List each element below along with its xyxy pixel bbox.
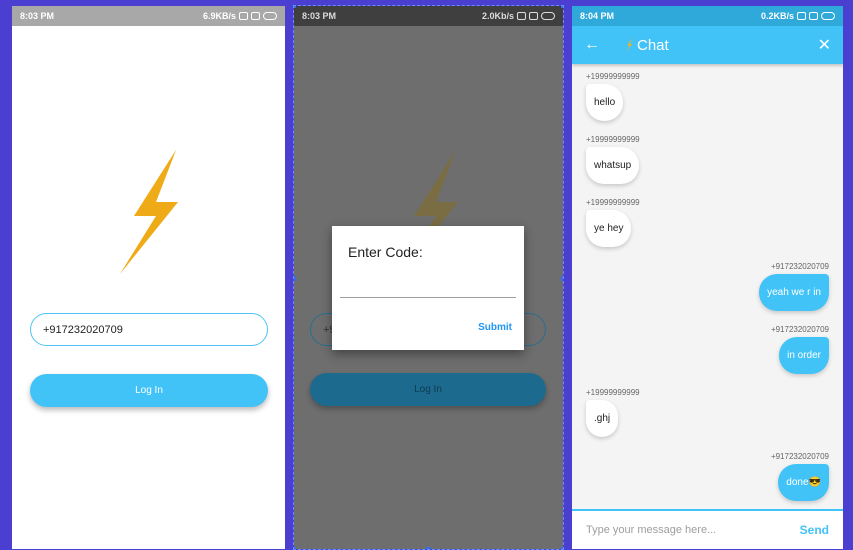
chat-title: Chat (614, 37, 818, 54)
lightning-bolt-logo (116, 150, 182, 274)
message-bubble: hello (586, 84, 624, 121)
login-screen: 8:03 PM 6.9KB/s +917232020709 Log In (12, 6, 285, 549)
selection-handle (294, 6, 296, 8)
enter-code-dialog: Enter Code: Submit (332, 226, 524, 350)
verify-code-screen: 8:03 PM 2.0Kb/s +9 Log In Enter Code: Su… (293, 5, 564, 550)
wifi-icon (809, 12, 818, 20)
message-input[interactable]: Type your message here... (586, 524, 800, 536)
network-speed: 6.9KB/s (202, 11, 236, 21)
battery-icon (821, 12, 835, 20)
chat-message: +917232020709 done😎 (771, 452, 829, 501)
message-sender: +19999999999 (586, 388, 640, 397)
chat-message: +19999999999 hello (586, 72, 640, 121)
chat-message: +917232020709 yeah we r in (759, 262, 829, 311)
chat-message: +19999999999 whatsup (586, 135, 640, 184)
network-speed: 0.2KB/s (760, 11, 794, 21)
message-sender: +19999999999 (586, 135, 640, 144)
battery-icon (541, 12, 555, 20)
login-button[interactable]: Log In (30, 374, 268, 407)
close-icon[interactable]: ✕ (818, 35, 831, 55)
chat-message: +19999999999 ye hey (586, 198, 640, 247)
message-sender: +917232020709 (770, 452, 829, 461)
phone-number-value: +917232020709 (43, 323, 123, 336)
selection-handle (294, 276, 296, 281)
dialog-title: Enter Code: (348, 244, 423, 260)
submit-button[interactable]: Submit (478, 322, 512, 333)
selection-handle (561, 276, 563, 281)
phone-number-input[interactable]: +917232020709 (30, 313, 268, 346)
chat-title-text: Chat (637, 36, 669, 54)
wifi-icon (529, 12, 538, 20)
login-button: Log In (310, 373, 546, 406)
selection-handle (561, 6, 563, 8)
message-sender: +917232020709 (770, 325, 829, 334)
chat-message: +19999999999 .ghj (586, 388, 640, 437)
status-bar: 8:03 PM 2.0Kb/s (294, 6, 563, 26)
signal-icon (517, 12, 526, 20)
code-input[interactable] (340, 297, 516, 298)
network-speed: 2.0Kb/s (481, 11, 514, 21)
message-bubble: in order (779, 337, 829, 374)
login-button-label: Log In (135, 385, 163, 396)
selection-handle (561, 547, 563, 549)
message-bubble: done😎 (778, 464, 829, 501)
status-bar: 8:03 PM 6.9KB/s (12, 6, 285, 26)
signal-icon (797, 12, 806, 20)
chat-message: +917232020709 in order (771, 325, 829, 374)
message-bubble: .ghj (586, 400, 619, 437)
battery-icon (263, 12, 277, 20)
lightning-bolt-icon (625, 38, 633, 52)
message-bubble: yeah we r in (759, 274, 829, 311)
status-time: 8:03 PM (20, 11, 55, 21)
login-button-label: Log In (414, 384, 442, 395)
message-sender: +19999999999 (586, 198, 640, 207)
signal-icon (239, 12, 248, 20)
chat-app-bar: ← Chat ✕ (572, 26, 843, 64)
chat-screen: 8:04 PM 0.2KB/s ← Chat ✕ +19999999999 he… (572, 6, 843, 549)
status-bar: 8:04 PM 0.2KB/s (572, 6, 843, 26)
message-sender: +917232020709 (770, 262, 829, 271)
selection-handle (426, 547, 431, 549)
message-bubble: whatsup (586, 147, 640, 184)
message-composer: Type your message here... Send (572, 509, 843, 549)
status-time: 8:03 PM (302, 11, 337, 21)
send-button[interactable]: Send (800, 523, 829, 537)
selection-handle (294, 547, 296, 549)
message-bubble: ye hey (586, 210, 632, 247)
status-time: 8:04 PM (580, 11, 615, 21)
message-sender: +19999999999 (586, 72, 640, 81)
wifi-icon (251, 12, 260, 20)
back-arrow-icon[interactable]: ← (584, 36, 614, 54)
